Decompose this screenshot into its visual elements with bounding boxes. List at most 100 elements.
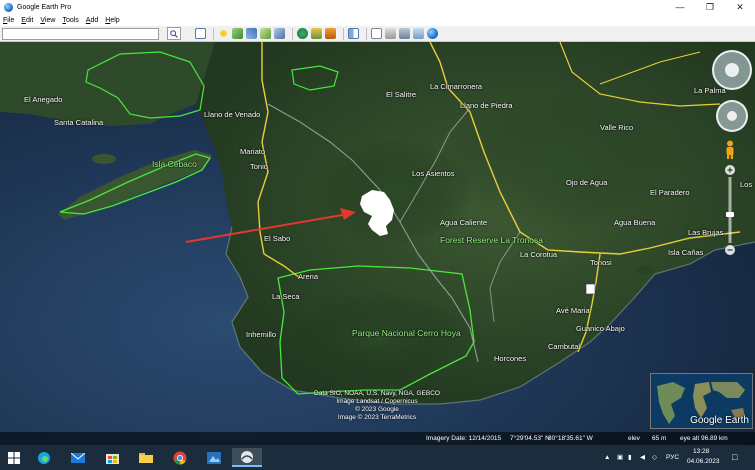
tray-language[interactable]: РУС xyxy=(666,454,679,461)
google-earth-logo: Google Earth xyxy=(690,415,749,426)
placemark-icon[interactable] xyxy=(218,28,229,39)
edge-icon xyxy=(38,451,50,464)
close-button[interactable]: ✕ xyxy=(725,0,755,14)
record-tour-icon[interactable] xyxy=(274,28,285,39)
place-label: Las Brujas xyxy=(688,228,724,237)
place-label: Tonosi xyxy=(590,258,612,267)
eye-altitude-readout: eye alt 96.89 km xyxy=(680,435,728,442)
place-label: Santa Catalina xyxy=(54,118,104,127)
tray-date[interactable]: 04.06.2023 xyxy=(687,458,720,465)
place-label: Guanico Abajo xyxy=(576,324,625,333)
historical-imagery-icon[interactable] xyxy=(297,28,308,39)
store-icon xyxy=(105,454,119,464)
place-label: Cambutal xyxy=(548,342,581,351)
taskbar-mail[interactable] xyxy=(66,448,90,467)
photos-icon xyxy=(207,451,221,464)
place-label: El Anegado xyxy=(24,95,63,104)
email-icon[interactable] xyxy=(371,28,382,39)
tray-chevron-icon[interactable]: ▲ xyxy=(604,454,610,461)
place-label: Tonio xyxy=(250,162,268,171)
place-label: Isla Cañas xyxy=(668,248,704,257)
planets-icon[interactable] xyxy=(325,28,336,39)
taskbar-explorer[interactable] xyxy=(134,448,158,467)
longitude-readout: 80°18'35.61" W xyxy=(548,435,593,442)
maximize-button[interactable]: ❐ xyxy=(695,0,725,14)
minimize-button[interactable]: — xyxy=(665,0,695,14)
taskbar-edge[interactable] xyxy=(32,448,56,467)
menu-bar: File Edit View Tools Add Help xyxy=(0,14,755,26)
earth-icon[interactable] xyxy=(427,28,438,39)
satellite-imagery xyxy=(0,42,755,445)
place-label: La Palma xyxy=(694,86,726,95)
place-label: Valle Rico xyxy=(600,123,634,132)
save-image-icon[interactable] xyxy=(399,28,410,39)
start-button[interactable] xyxy=(2,448,26,467)
place-label: Los Asientos xyxy=(412,169,455,178)
google-earth-taskbar-icon xyxy=(241,450,253,463)
place-label: El Paradero xyxy=(650,188,690,197)
move-icon xyxy=(727,111,737,121)
image-overlay-icon[interactable] xyxy=(260,28,271,39)
menu-tools[interactable]: Tools xyxy=(62,17,78,24)
place-label: Agua Buena xyxy=(614,218,656,227)
taskbar-store[interactable] xyxy=(100,448,124,467)
menu-file[interactable]: File xyxy=(3,17,14,24)
park-label: Parque Nacional Cerro Hoya xyxy=(352,328,461,338)
place-label: La Seca xyxy=(272,292,300,301)
place-label: Llano de Venado xyxy=(204,110,261,119)
notification-center-icon[interactable]: □ xyxy=(732,452,737,462)
google-earth-icon xyxy=(4,2,13,12)
zoom-slider[interactable] xyxy=(723,164,737,256)
place-label: Inhemillo xyxy=(246,330,277,339)
polygon-icon[interactable] xyxy=(232,28,243,39)
move-joystick[interactable] xyxy=(716,100,748,132)
elevation-readout: 65 m xyxy=(652,435,667,442)
taskbar-chrome[interactable] xyxy=(168,448,192,467)
menu-help[interactable]: Help xyxy=(105,17,119,24)
park-label: Forest Reserve La Tronosa xyxy=(440,235,543,245)
search-icon xyxy=(170,29,178,38)
place-label: El Salitre xyxy=(386,90,417,99)
windows-taskbar: ▲ ▣ ▮ ◀ ◇ РУС 13:28 04.06.2023 □ xyxy=(0,445,755,470)
place-label: Arena xyxy=(298,272,319,281)
windows-logo-icon xyxy=(8,451,20,464)
look-joystick[interactable] xyxy=(712,50,752,90)
street-view-pegman-icon[interactable] xyxy=(724,140,736,160)
place-label: Llano de Piedra xyxy=(460,101,513,110)
sunlight-icon[interactable] xyxy=(311,28,322,39)
menu-view[interactable]: View xyxy=(40,17,55,24)
place-label: Avé Maria xyxy=(556,306,590,315)
print-icon[interactable] xyxy=(385,28,396,39)
overview-map[interactable]: Google Earth xyxy=(650,373,753,429)
park-label: Isla Cébaco xyxy=(152,159,197,169)
tray-wifi-icon[interactable]: ◇ xyxy=(652,453,657,461)
taskbar-photos[interactable] xyxy=(202,448,226,467)
place-label: El Sabo xyxy=(264,234,291,243)
toolbar xyxy=(0,26,755,42)
compass-icon xyxy=(725,63,739,77)
place-label: La Corotua xyxy=(520,250,558,259)
sidebar-toggle-icon[interactable] xyxy=(195,28,206,39)
window-title: Google Earth Pro xyxy=(17,3,72,11)
taskbar-google-earth[interactable] xyxy=(232,448,262,467)
tray-time[interactable]: 13:28 xyxy=(693,448,709,455)
search-input[interactable] xyxy=(2,27,159,40)
place-label: Horcones xyxy=(494,354,527,363)
view-in-maps-icon[interactable] xyxy=(413,28,424,39)
search-button[interactable] xyxy=(167,27,181,40)
imagery-date: Imagery Date: 12/14/2015 xyxy=(426,435,502,442)
ruler-icon[interactable] xyxy=(348,28,359,39)
folder-icon xyxy=(139,453,153,463)
tray-volume-icon[interactable]: ◀ xyxy=(640,453,645,461)
status-bar: Imagery Date: 12/14/2015 7°29'04.53" N 8… xyxy=(0,432,755,445)
path-icon[interactable] xyxy=(246,28,257,39)
latitude-readout: 7°29'04.53" N xyxy=(510,435,550,442)
tray-network-icon[interactable]: ▣ xyxy=(617,453,623,461)
place-label: Mariato xyxy=(240,147,266,156)
menu-edit[interactable]: Edit xyxy=(21,17,33,24)
menu-add[interactable]: Add xyxy=(86,17,98,24)
mail-icon xyxy=(71,452,85,463)
map-view[interactable]: El Anegado Santa Catalina Llano de Venad… xyxy=(0,42,755,445)
tray-camera-icon[interactable]: ▮ xyxy=(628,453,632,461)
chrome-icon xyxy=(173,451,187,464)
